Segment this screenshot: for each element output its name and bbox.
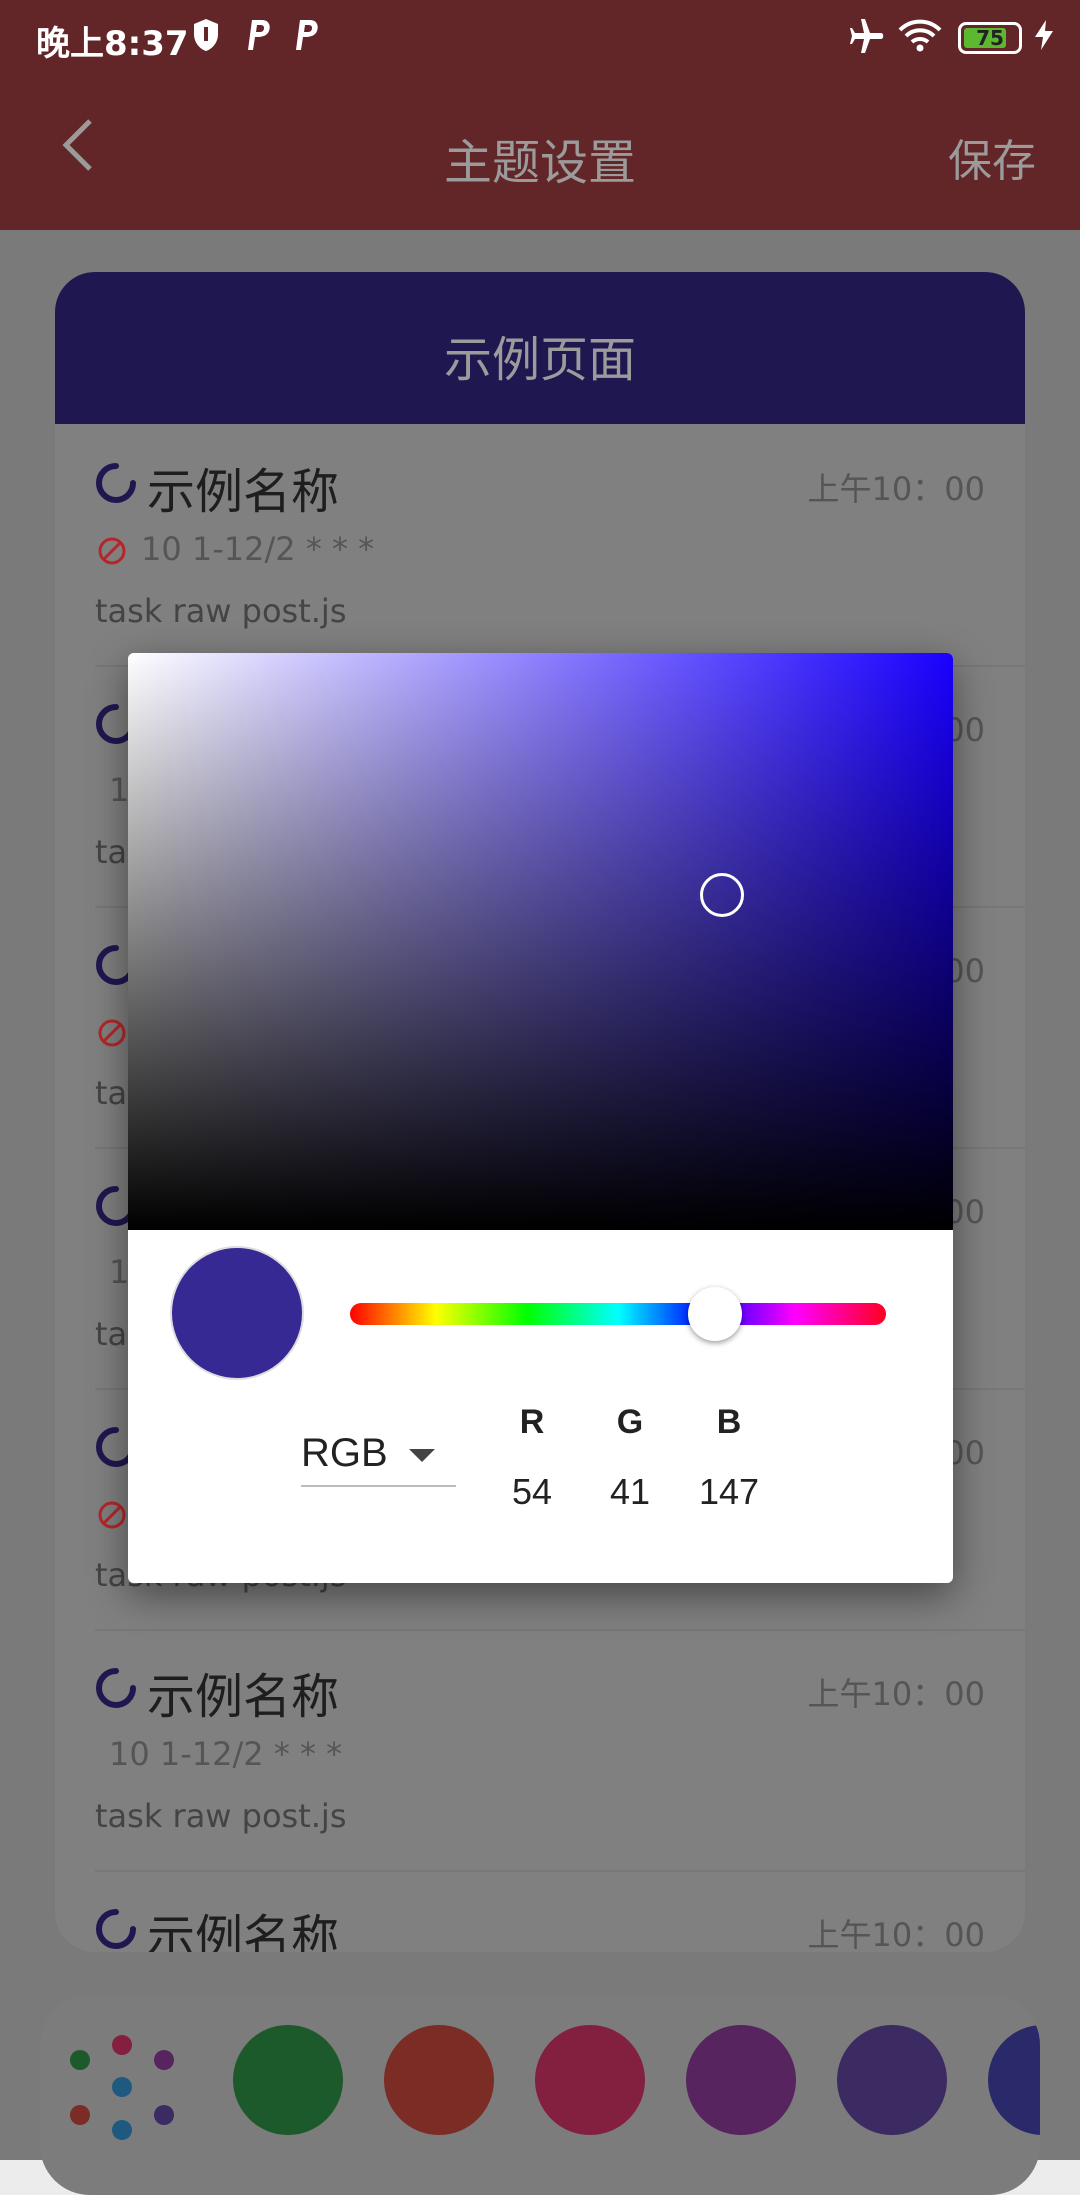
disabled-icon — [97, 1500, 127, 1530]
airplane-icon — [848, 18, 886, 62]
p-app-icon — [242, 18, 272, 60]
hue-slider-thumb[interactable] — [688, 1287, 742, 1341]
channel-g-label: G — [616, 1403, 644, 1441]
loading-spinner-icon — [95, 1667, 137, 1709]
color-swatch[interactable] — [686, 2025, 796, 2135]
task-time: 上午10：00 — [807, 470, 985, 508]
task-name: 示例名称 — [147, 1910, 340, 1952]
shield-icon — [192, 18, 220, 60]
channel-g-value[interactable]: 41 — [580, 1471, 680, 1513]
palette-picker-icon[interactable] — [60, 2015, 190, 2175]
charging-icon — [1032, 18, 1056, 60]
color-swatch[interactable] — [233, 2025, 343, 2135]
preview-header: 示例页面 — [55, 272, 1025, 424]
task-cron: 10 1-12/2 * * * — [141, 530, 375, 568]
status-time: 晚上8:37 — [36, 24, 189, 64]
page-title: 主题设置 — [443, 135, 636, 191]
task-time: 上午10：00 — [807, 1675, 985, 1713]
hue-slider[interactable] — [350, 1303, 886, 1325]
channel-r-value[interactable]: 54 — [482, 1471, 582, 1513]
channel-b-label: B — [716, 1403, 742, 1441]
saturation-value-area[interactable] — [128, 653, 953, 1230]
color-mode-dropdown[interactable]: RGB — [301, 1423, 456, 1487]
task-command: task raw post.js — [95, 592, 347, 630]
battery-level: 75 — [976, 26, 1004, 50]
disabled-icon — [97, 536, 127, 566]
app-bar: 主题设置 保存 — [0, 75, 1080, 230]
selected-color-preview — [170, 1246, 304, 1380]
p-app-icon-2 — [290, 18, 320, 60]
task-command: task raw post.js — [95, 1797, 347, 1835]
channel-r-label: R — [519, 1403, 545, 1441]
wifi-icon — [898, 18, 942, 60]
disabled-icon — [97, 1018, 127, 1048]
color-palette — [40, 1995, 1040, 2195]
dropdown-caret-icon — [409, 1449, 435, 1462]
loading-spinner-icon — [95, 462, 137, 504]
task-cron: 10 1-12/2 * * * — [109, 1735, 343, 1773]
task-row[interactable]: 示例名称 上午10：00 — [95, 1870, 1025, 1952]
color-picker-dialog: RGB R G B 54 41 147 — [128, 653, 953, 1583]
task-time: 上午10：00 — [807, 1916, 985, 1952]
status-bar: 晚上8:37 75 — [0, 0, 1080, 75]
saturation-value-handle[interactable] — [700, 873, 744, 917]
task-name: 示例名称 — [147, 464, 340, 520]
preview-header-title: 示例页面 — [443, 332, 636, 388]
task-row[interactable]: 示例名称 上午10：00 10 1-12/2 * * * task raw post.… — [95, 424, 1025, 667]
loading-spinner-icon — [95, 1908, 137, 1950]
battery-icon: 75 — [958, 22, 1022, 54]
color-mode-label: RGB — [301, 1431, 388, 1475]
save-button[interactable]: 保存 — [948, 125, 1036, 189]
task-name: 示例名称 — [147, 1669, 340, 1725]
task-row[interactable]: 示例名称 上午10：00 10 1-12/2 * * * task raw post.… — [95, 1629, 1025, 1872]
color-swatch[interactable] — [837, 2025, 947, 2135]
color-swatch[interactable] — [384, 2025, 494, 2135]
color-swatch[interactable] — [535, 2025, 645, 2135]
color-swatch[interactable] — [988, 2025, 1040, 2135]
channel-b-value[interactable]: 147 — [679, 1471, 779, 1513]
